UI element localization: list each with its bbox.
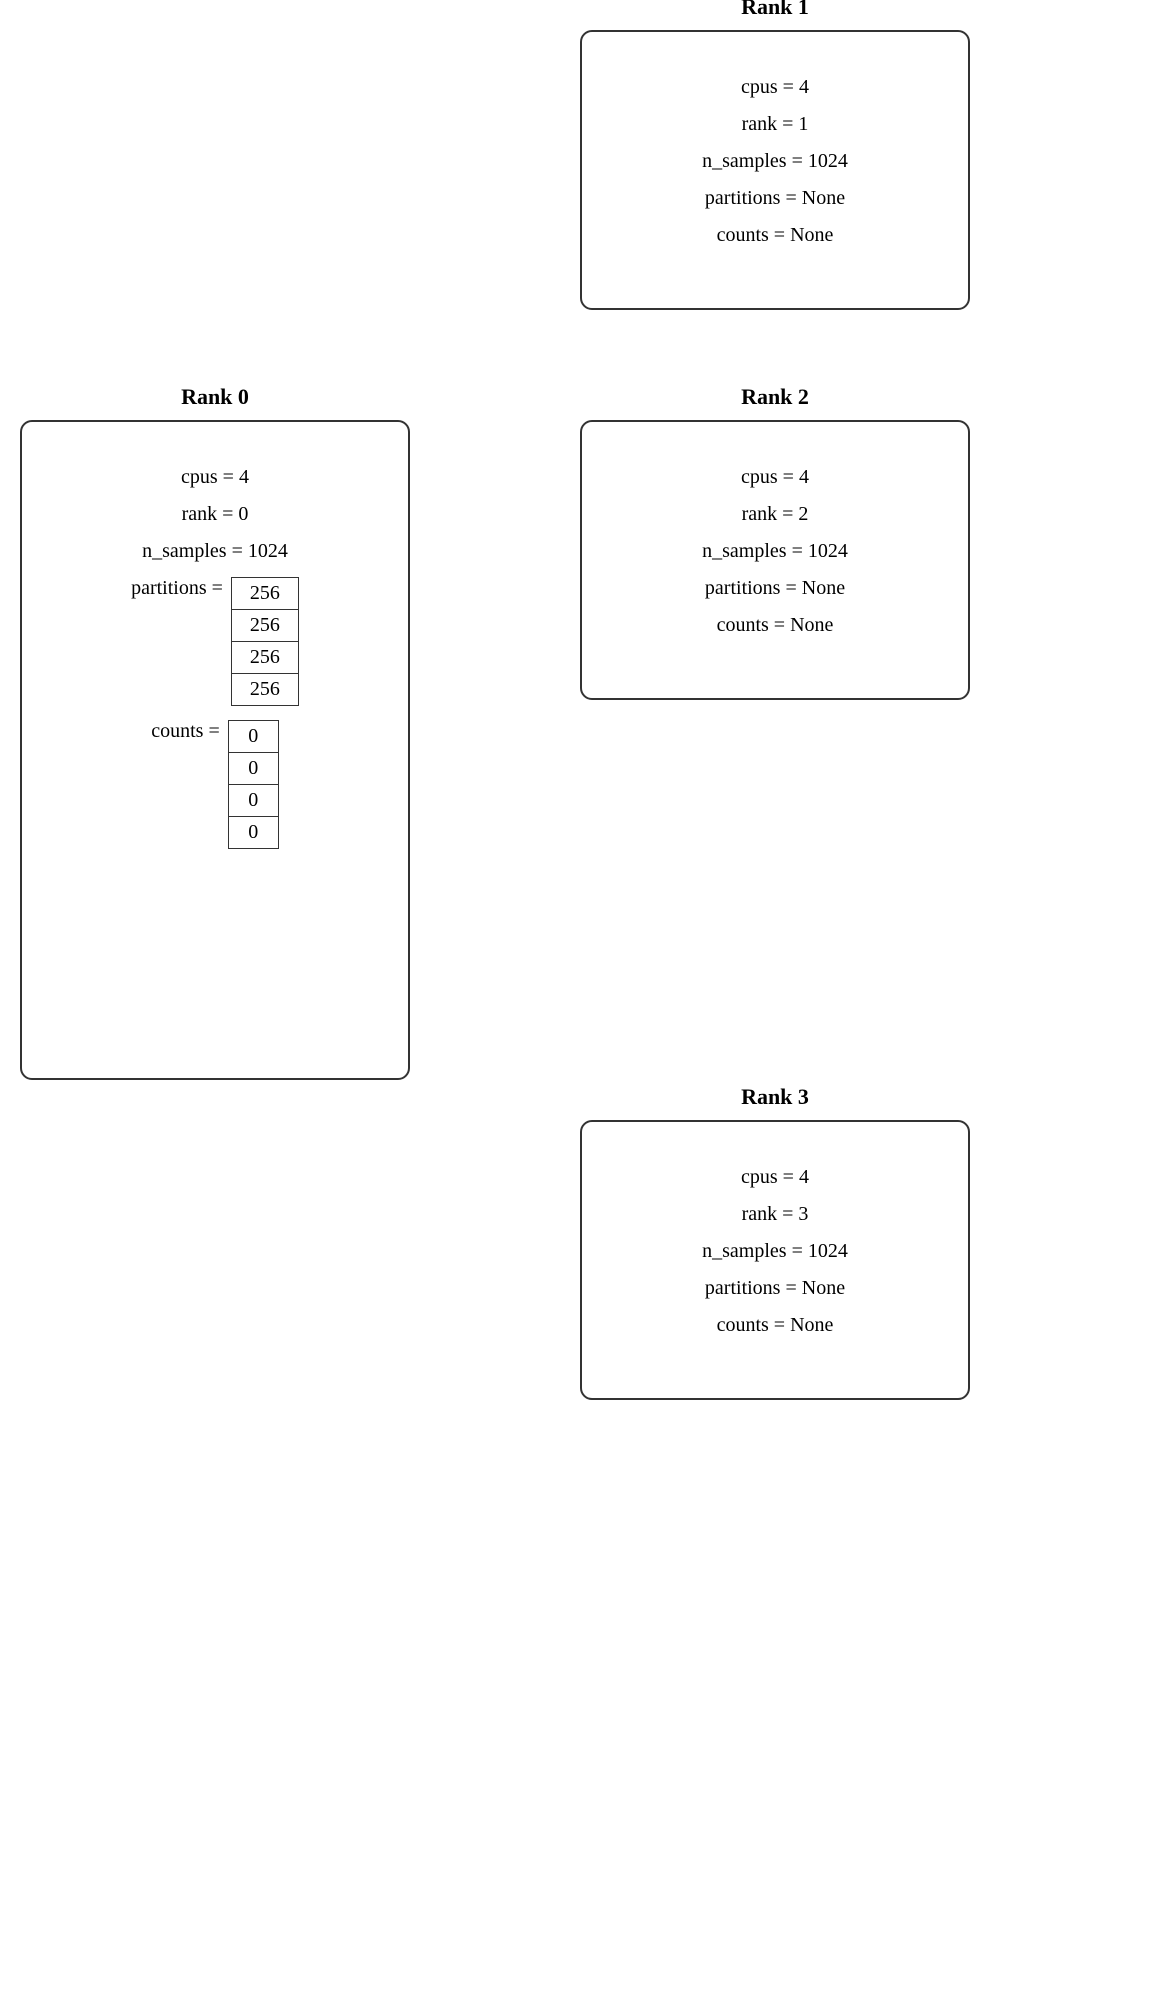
rank1-card: cpus = 4 rank = 1 n_samples = 1024 parti… bbox=[580, 30, 970, 310]
rank0-counts-label: counts = bbox=[151, 720, 220, 743]
rank0-counts-row: counts = 0 0 0 0 bbox=[62, 720, 368, 849]
rank1-wrapper: Rank 1 cpus = 4 rank = 1 n_samples = 102… bbox=[580, 30, 970, 310]
rank0-title: Rank 0 bbox=[20, 384, 410, 410]
rank1-rank: rank = 1 bbox=[622, 113, 928, 136]
rank2-rank: rank = 2 bbox=[622, 503, 928, 526]
count-val-2: 0 bbox=[228, 785, 278, 817]
partition-val-3: 256 bbox=[231, 674, 298, 706]
rank0-partitions-label: partitions = bbox=[131, 577, 223, 600]
rank2-card: cpus = 4 rank = 2 n_samples = 1024 parti… bbox=[580, 420, 970, 700]
rank3-card: cpus = 4 rank = 3 n_samples = 1024 parti… bbox=[580, 1120, 970, 1400]
rank1-partitions: partitions = None bbox=[622, 187, 928, 210]
rank2-title: Rank 2 bbox=[580, 384, 970, 410]
rank0-partitions-array: 256 256 256 256 bbox=[231, 577, 299, 706]
count-val-1: 0 bbox=[228, 753, 278, 785]
rank0-rank: rank = 0 bbox=[62, 503, 368, 526]
partition-val-1: 256 bbox=[231, 610, 298, 642]
partition-val-2: 256 bbox=[231, 642, 298, 674]
count-val-3: 0 bbox=[228, 817, 278, 849]
page-container: Rank 1 cpus = 4 rank = 1 n_samples = 102… bbox=[0, 0, 1151, 2009]
rank1-cpus: cpus = 4 bbox=[622, 76, 928, 99]
count-val-0: 0 bbox=[228, 721, 278, 753]
rank0-partitions-row: partitions = 256 256 256 256 bbox=[62, 577, 368, 706]
partition-val-0: 256 bbox=[231, 578, 298, 610]
rank2-counts: counts = None bbox=[622, 614, 928, 637]
rank1-title: Rank 1 bbox=[580, 0, 970, 20]
rank3-partitions: partitions = None bbox=[622, 1277, 928, 1300]
rank3-nsamples: n_samples = 1024 bbox=[622, 1240, 928, 1263]
rank0-card: cpus = 4 rank = 0 n_samples = 1024 parti… bbox=[20, 420, 410, 1080]
rank3-title: Rank 3 bbox=[580, 1084, 970, 1110]
rank0-wrapper: Rank 0 cpus = 4 rank = 0 n_samples = 102… bbox=[20, 420, 410, 1080]
rank0-counts-array: 0 0 0 0 bbox=[228, 720, 279, 849]
rank2-partitions: partitions = None bbox=[622, 577, 928, 600]
rank2-wrapper: Rank 2 cpus = 4 rank = 2 n_samples = 102… bbox=[580, 420, 970, 700]
rank2-nsamples: n_samples = 1024 bbox=[622, 540, 928, 563]
rank1-counts: counts = None bbox=[622, 224, 928, 247]
rank0-nsamples: n_samples = 1024 bbox=[62, 540, 368, 563]
rank3-counts: counts = None bbox=[622, 1314, 928, 1337]
rank3-wrapper: Rank 3 cpus = 4 rank = 3 n_samples = 102… bbox=[580, 1120, 970, 1400]
rank0-cpus: cpus = 4 bbox=[62, 466, 368, 489]
rank2-cpus: cpus = 4 bbox=[622, 466, 928, 489]
rank1-nsamples: n_samples = 1024 bbox=[622, 150, 928, 173]
rank3-rank: rank = 3 bbox=[622, 1203, 928, 1226]
rank3-cpus: cpus = 4 bbox=[622, 1166, 928, 1189]
